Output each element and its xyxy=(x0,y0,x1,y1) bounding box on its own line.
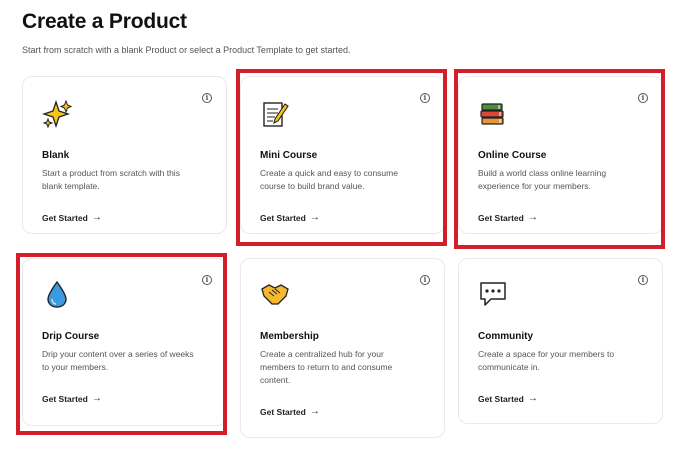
memo-icon xyxy=(263,102,289,127)
card-description: Drip your content over a series of weeks… xyxy=(42,349,194,372)
product-card-membership[interactable]: i Membership Create a centralized hub fo… xyxy=(240,258,445,438)
cta-label: Get Started xyxy=(260,212,306,223)
info-icon[interactable]: i xyxy=(202,93,212,103)
info-icon[interactable]: i xyxy=(638,275,648,285)
books-icon xyxy=(480,103,504,125)
product-card-drip-course[interactable]: i Drip Course Drip your content over a s… xyxy=(22,258,227,426)
cta-label: Get Started xyxy=(42,212,88,223)
get-started-button[interactable]: Get Started → xyxy=(260,212,320,223)
card-title: Online Course xyxy=(478,150,547,161)
card-description: Create a centralized hub for your member… xyxy=(260,349,393,385)
get-started-button[interactable]: Get Started → xyxy=(478,212,538,223)
arrow-right-icon: → xyxy=(309,406,320,417)
droplet-icon xyxy=(47,280,67,308)
cta-label: Get Started xyxy=(478,212,524,223)
get-started-button[interactable]: Get Started → xyxy=(42,393,102,404)
product-card-community[interactable]: i Community Create a space for your memb… xyxy=(458,258,663,424)
get-started-button[interactable]: Get Started → xyxy=(478,393,538,404)
arrow-right-icon: → xyxy=(527,212,538,223)
card-title: Community xyxy=(478,331,533,342)
card-title: Mini Course xyxy=(260,150,318,161)
info-icon[interactable]: i xyxy=(420,93,430,103)
cta-label: Get Started xyxy=(42,393,88,404)
card-title: Blank xyxy=(42,150,70,161)
product-card-mini-course[interactable]: i Mini Course Create a quick and easy to… xyxy=(240,76,445,234)
get-started-button[interactable]: Get Started → xyxy=(260,406,320,417)
handshake-icon xyxy=(261,284,289,305)
speech-bubble-icon xyxy=(480,282,506,306)
card-description: Build a world class online learning expe… xyxy=(478,168,607,191)
arrow-right-icon: → xyxy=(309,212,320,223)
card-description: Start a product from scratch with this b… xyxy=(42,168,180,191)
sparkles-icon xyxy=(42,99,72,129)
card-description: Create a space for your members to commu… xyxy=(478,349,615,372)
page-subtitle: Start from scratch with a blank Product … xyxy=(22,45,351,55)
info-icon[interactable]: i xyxy=(202,275,212,285)
card-title: Drip Course xyxy=(42,331,100,342)
arrow-right-icon: → xyxy=(91,212,102,223)
info-icon[interactable]: i xyxy=(420,275,430,285)
info-icon[interactable]: i xyxy=(638,93,648,103)
product-card-online-course[interactable]: i Online Course Build a world class onli… xyxy=(458,76,663,234)
card-title: Membership xyxy=(260,331,319,342)
arrow-right-icon: → xyxy=(91,393,102,404)
cta-label: Get Started xyxy=(260,406,306,417)
arrow-right-icon: → xyxy=(527,393,538,404)
product-card-blank[interactable]: i Blank Start a product from scratch wit… xyxy=(22,76,227,234)
get-started-button[interactable]: Get Started → xyxy=(42,212,102,223)
card-description: Create a quick and easy to consume cours… xyxy=(260,168,398,191)
page-title: Create a Product xyxy=(22,10,187,33)
cta-label: Get Started xyxy=(478,393,524,404)
